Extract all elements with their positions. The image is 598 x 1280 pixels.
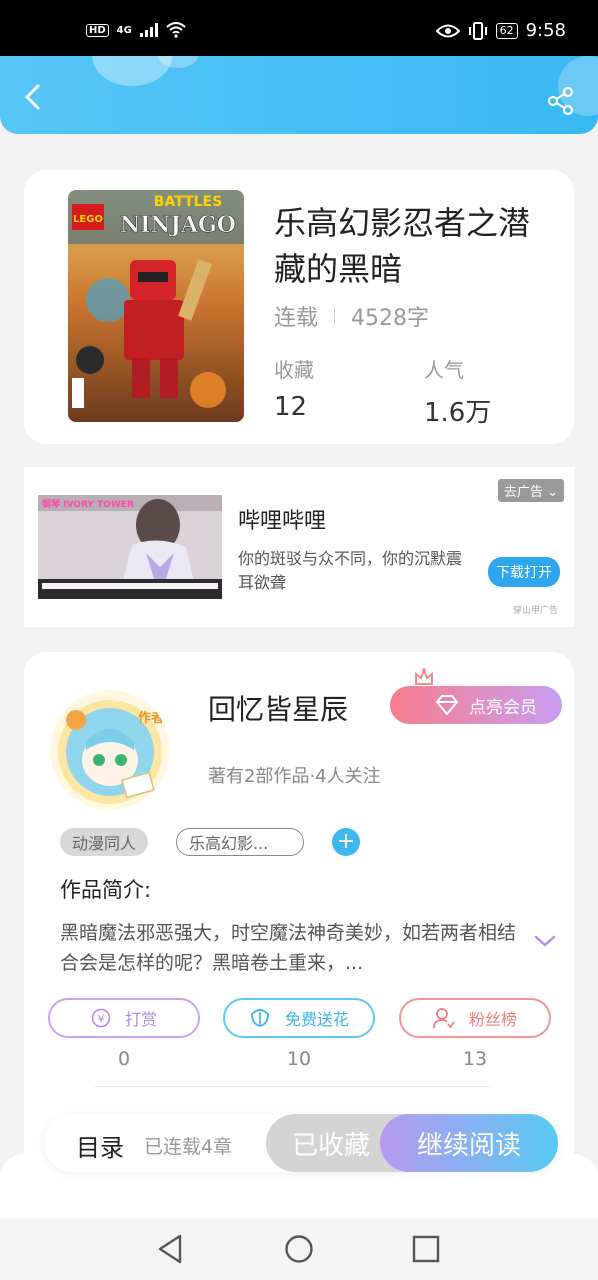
divider bbox=[334, 307, 336, 325]
remove-ad-label: 去广告 bbox=[503, 485, 543, 500]
add-tag-button[interactable]: + bbox=[332, 828, 360, 856]
ad-image[interactable]: 钢琴 IVORY TOWER bbox=[38, 495, 222, 599]
popularity-label: 人气 bbox=[424, 358, 464, 382]
recents-square-icon[interactable] bbox=[409, 1232, 443, 1266]
tag-category[interactable]: 动漫同人 bbox=[60, 828, 149, 856]
intro-text: 黑暗魔法邪恶强大，时空魔法神奇美妙，如若两者相结合会是怎样的呢？黑暗卷土重来，.… bbox=[60, 922, 517, 974]
signal-icon bbox=[139, 23, 158, 37]
author-meta: 著有2部作品·4人关注 bbox=[208, 766, 381, 787]
fan-ranking-button[interactable]: 粉丝榜 bbox=[399, 998, 551, 1038]
ad-banner[interactable]: 钢琴 IVORY TOWER 哔哩哔哩 你的斑驳与众不同，你的沉默震耳欲聋 去广… bbox=[24, 467, 574, 627]
continue-reading-button[interactable]: 继续阅读 bbox=[380, 1114, 558, 1172]
author-badge: 作者 bbox=[138, 710, 164, 726]
book-status-row: 连载 4528字 bbox=[274, 300, 429, 332]
chapter-count: 已连载4章 bbox=[144, 1136, 233, 1158]
chevron-down-icon[interactable] bbox=[534, 934, 556, 948]
serial-status: 连载 bbox=[274, 306, 319, 331]
ad-source: 穿山甲广告 bbox=[512, 606, 558, 616]
system-nav-bar bbox=[0, 1218, 598, 1280]
yen-coin-icon: ¥ bbox=[91, 1008, 111, 1028]
flower-icon bbox=[251, 1009, 269, 1027]
vibrate-icon bbox=[468, 21, 487, 40]
eye-icon bbox=[435, 24, 460, 37]
ad-download-button[interactable]: 下载打开 bbox=[488, 557, 560, 587]
hd-indicator: HD bbox=[86, 23, 109, 37]
diamond-icon bbox=[435, 695, 459, 715]
author-name[interactable]: 回忆皆星辰 bbox=[208, 688, 348, 728]
bottom-action-bar: 目录 已连载4章 已收藏 继续阅读 bbox=[44, 1114, 558, 1172]
share-icon[interactable] bbox=[546, 86, 576, 116]
book-title: 乐高幻影忍者之潜藏的黑暗 bbox=[274, 204, 531, 288]
book-info-card: LEGO BATTLES NINJAGO 乐高幻影忍者之潜藏的黑暗 连载 452… bbox=[24, 170, 574, 444]
battery-indicator: 62 bbox=[495, 22, 518, 39]
toc-button[interactable]: 目录 bbox=[76, 1128, 124, 1163]
fan-label: 粉丝榜 bbox=[468, 1010, 517, 1029]
book-cover[interactable]: LEGO BATTLES NINJAGO bbox=[68, 190, 244, 422]
svg-text:¥: ¥ bbox=[97, 1013, 104, 1026]
cover-brand: LEGO bbox=[73, 214, 103, 225]
tip-label: 打赏 bbox=[124, 1010, 157, 1029]
crown-icon bbox=[415, 668, 433, 685]
top-header bbox=[0, 56, 598, 134]
cover-line2: NINJAGO bbox=[120, 212, 236, 238]
collect-count: 12 bbox=[274, 392, 308, 422]
author-card: 作者 回忆皆星辰 点亮会员 著有2部作品·4人关注 动漫同人 乐高幻影... +… bbox=[24, 652, 574, 1172]
remove-ad-button[interactable]: 去广告 ⌄ bbox=[497, 479, 564, 502]
back-arrow-icon[interactable] bbox=[18, 82, 48, 112]
tip-button[interactable]: ¥ 打赏 bbox=[48, 998, 200, 1038]
ad-description: 你的斑驳与众不同，你的沉默震耳欲聋 bbox=[238, 549, 463, 592]
collect-label: 收藏 bbox=[274, 358, 314, 382]
clock: 9:58 bbox=[525, 20, 566, 41]
tip-count: 0 bbox=[117, 1048, 131, 1070]
flower-count: 10 bbox=[286, 1048, 312, 1070]
home-circle-icon[interactable] bbox=[282, 1232, 316, 1266]
network-label: 4G bbox=[116, 24, 132, 36]
tag-series[interactable]: 乐高幻影... bbox=[176, 828, 304, 856]
divider bbox=[94, 1086, 494, 1087]
status-bar: HD 4G 62 9:58 bbox=[0, 0, 598, 56]
flower-label: 免费送花 bbox=[284, 1010, 349, 1029]
ad-image-caption: 钢琴 IVORY TOWER bbox=[42, 498, 134, 510]
ad-title: 哔哩哔哩 bbox=[238, 509, 327, 534]
intro-title: 作品简介: bbox=[60, 878, 152, 902]
vip-label: 点亮会员 bbox=[469, 697, 537, 718]
wifi-icon bbox=[166, 22, 186, 38]
send-flower-button[interactable]: 免费送花 bbox=[223, 998, 375, 1038]
fan-count: 13 bbox=[462, 1048, 488, 1070]
popularity-count: 1.6万 bbox=[424, 398, 492, 428]
cover-line1: BATTLES bbox=[154, 194, 222, 210]
user-heart-icon bbox=[433, 1008, 455, 1029]
author-avatar[interactable]: 作者 bbox=[50, 690, 170, 810]
chevron-down-icon: ⌄ bbox=[547, 485, 558, 500]
back-triangle-icon[interactable] bbox=[154, 1232, 188, 1266]
activate-vip-button[interactable]: 点亮会员 bbox=[390, 686, 562, 724]
word-count: 4528字 bbox=[351, 306, 430, 331]
